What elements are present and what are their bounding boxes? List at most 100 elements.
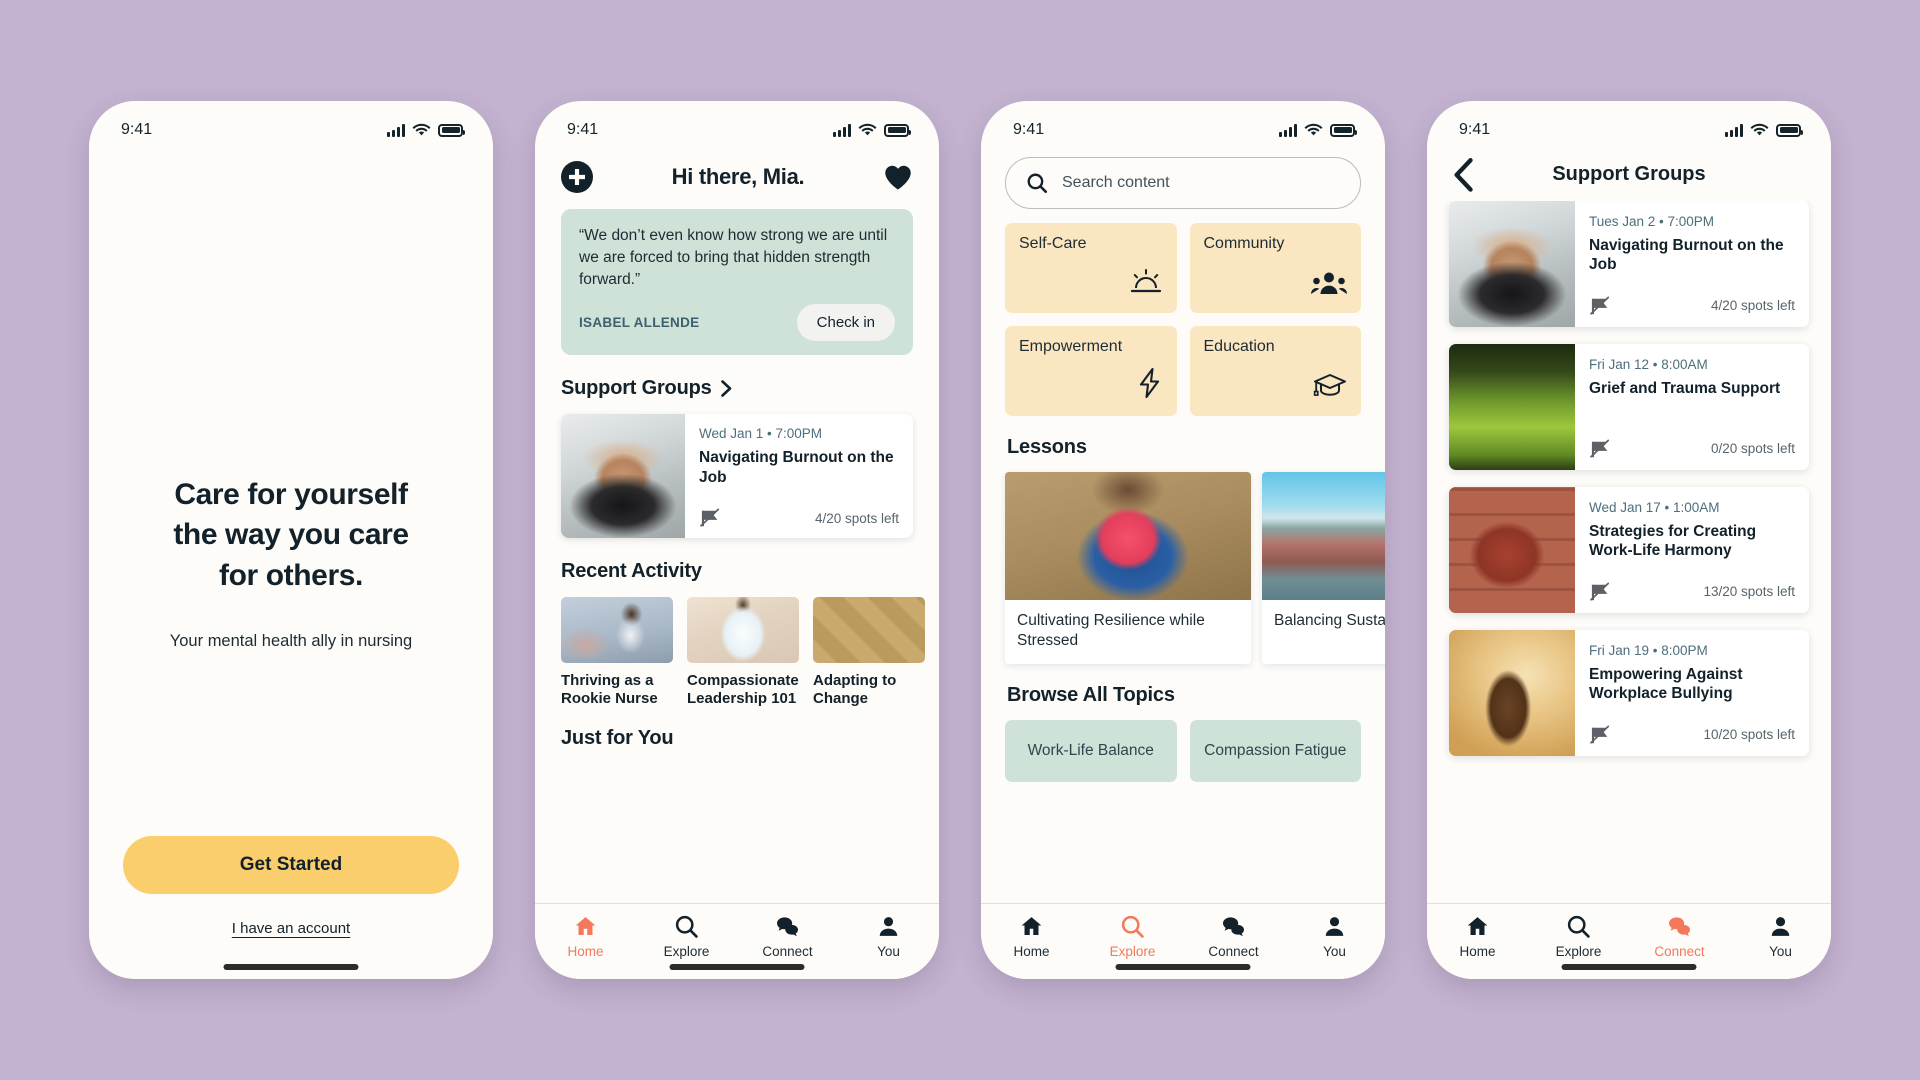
get-started-button[interactable]: Get Started [123, 836, 459, 894]
tab-explore[interactable]: Explore [636, 914, 737, 959]
lesson-thumbnail [1262, 472, 1385, 600]
battery-icon [1330, 123, 1357, 137]
cellular-signal-icon [1279, 123, 1297, 137]
person-icon [879, 917, 898, 936]
activity-title: Adapting to Change [813, 672, 897, 708]
category-label: Education [1203, 338, 1275, 355]
table-row[interactable]: Tues Jan 2 • 7:00PM Navigating Burnout o… [1449, 200, 1809, 327]
home-icon [1021, 917, 1042, 936]
cellular-signal-icon [387, 123, 405, 137]
search-icon [675, 915, 698, 938]
category-self-care[interactable]: Self-Care [1005, 223, 1177, 313]
activity-title: Thriving as a Rookie Nurse [561, 672, 658, 708]
tab-connect[interactable]: Connect [1629, 914, 1730, 959]
search-input[interactable]: Search content [1005, 157, 1361, 209]
tab-explore[interactable]: Explore [1528, 914, 1629, 959]
support-group-name: Empowering Against Workplace Bullying [1589, 665, 1743, 703]
phone-support-groups: 9:41 Support Groups Tues Jan 2 • 7:00PM … [1427, 101, 1831, 979]
support-group-date: Wed Jan 17 • 1:00AM [1589, 499, 1720, 515]
lesson-title: Balancing Sustaina [1274, 612, 1385, 629]
status-icons [387, 123, 465, 137]
page-title: Care for yourself the way you care for o… [123, 475, 459, 596]
support-group-details: Fri Jan 12 • 8:00AM Grief and Trauma Sup… [1575, 344, 1809, 470]
chevron-right-icon [720, 380, 731, 397]
lesson-card[interactable]: Balancing Sustaina [1262, 472, 1385, 665]
muted-flag-icon [1590, 725, 1610, 744]
tab-explore[interactable]: Explore [1082, 914, 1183, 959]
i-have-an-account-link[interactable]: I have an account [123, 920, 459, 937]
support-groups-screen: Support Groups Tues Jan 2 • 7:00PM Navig… [1427, 147, 1831, 979]
search-icon [1027, 173, 1047, 193]
muted-flag-icon [1590, 582, 1610, 601]
table-row[interactable]: Fri Jan 19 • 8:00PM Empowering Against W… [1449, 629, 1809, 756]
support-group-name: Grief and Trauma Support [1589, 379, 1781, 397]
topic-work-life-balance[interactable]: Work-Life Balance [1005, 720, 1177, 783]
support-group-details: Fri Jan 19 • 8:00PM Empowering Against W… [1575, 630, 1809, 756]
heart-icon[interactable] [883, 163, 913, 191]
status-time: 9:41 [121, 121, 153, 138]
tab-explore-label: Explore [1109, 944, 1156, 959]
home-indicator [1115, 964, 1251, 970]
activity-thumbnail [813, 597, 925, 663]
tab-connect[interactable]: Connect [737, 914, 838, 959]
category-empowerment[interactable]: Empowerment [1005, 326, 1177, 416]
just-for-you-heading: Just for You [561, 726, 674, 749]
lessons-carousel[interactable]: Cultivating Resilience while Stressed Ba… [981, 459, 1385, 665]
search-icon [1121, 915, 1144, 938]
support-groups-heading[interactable]: Support Groups [561, 377, 913, 400]
tab-home[interactable]: Home [535, 914, 636, 959]
table-row[interactable]: Wed Jan 17 • 1:00AM Strategies for Creat… [1449, 486, 1809, 613]
support-group-date: Fri Jan 12 • 8:00AM [1589, 356, 1708, 372]
tab-home[interactable]: Home [1427, 914, 1528, 959]
person-icon [1771, 917, 1790, 936]
home-icon [1467, 917, 1488, 936]
support-groups-list[interactable]: Tues Jan 2 • 7:00PM Navigating Burnout o… [1427, 200, 1831, 903]
support-group-card[interactable]: Wed Jan 1 • 7:00PM Navigating Burnout on… [561, 414, 913, 538]
support-group-spots: 13/20 spots left [1703, 584, 1795, 600]
muted-flag-icon [1590, 439, 1610, 458]
support-group-footer: 0/20 spots left [1589, 439, 1795, 459]
status-icons [833, 123, 911, 137]
recent-activity-list[interactable]: Thriving as a Rookie Nurse Compassionate… [561, 597, 925, 709]
support-group-date: Tues Jan 2 • 7:00PM [1589, 213, 1715, 229]
tab-you[interactable]: You [1730, 914, 1831, 959]
list-item[interactable]: Thriving as a Rookie Nurse [561, 597, 673, 709]
list-item[interactable]: Adapting to Change [813, 597, 925, 709]
tab-you[interactable]: You [838, 914, 939, 959]
home-scroll-area[interactable]: Hi there, Mia. “We don’t even know how s… [535, 147, 939, 903]
tab-connect-label: Connect [762, 944, 813, 959]
recent-activity-heading: Recent Activity [561, 560, 702, 582]
category-education[interactable]: Education [1189, 326, 1361, 416]
tab-you[interactable]: You [1284, 914, 1385, 959]
tab-connect[interactable]: Connect [1183, 914, 1284, 959]
support-groups-section: Support Groups Wed Jan 1 • 7:00PM Naviga… [535, 377, 939, 538]
support-group-footer: 4/20 spots left [699, 508, 899, 528]
lesson-card[interactable]: Cultivating Resilience while Stressed [1005, 472, 1251, 665]
category-label: Community [1203, 235, 1285, 252]
medical-cross-logo-icon [561, 161, 593, 193]
wifi-icon [1750, 123, 1769, 136]
cellular-signal-icon [1725, 123, 1743, 137]
support-group-name: Navigating Burnout on the Job [1589, 236, 1784, 274]
support-group-thumbnail [561, 414, 685, 538]
support-group-spots: 4/20 spots left [814, 510, 899, 526]
support-group-footer: 10/20 spots left [1589, 725, 1795, 745]
tab-home[interactable]: Home [981, 914, 1082, 959]
explore-scroll-area[interactable]: Search content Self-Care Community Empow… [981, 147, 1385, 903]
tab-home-label: Home [1013, 944, 1050, 959]
lesson-thumbnail [1005, 472, 1251, 600]
support-group-details: Tues Jan 2 • 7:00PM Navigating Burnout o… [1575, 201, 1809, 327]
support-group-thumbnail [1449, 629, 1575, 756]
category-community[interactable]: Community [1189, 223, 1361, 313]
topic-compassion-fatigue[interactable]: Compassion Fatigue [1189, 720, 1361, 783]
list-item[interactable]: Compassionate Leadership 101 [687, 597, 799, 709]
activity-thumbnail [561, 597, 673, 663]
check-in-button[interactable]: Check in [796, 304, 895, 341]
support-group-name: Strategies for Creating Work-Life Harmon… [1589, 522, 1757, 560]
back-chevron-icon[interactable] [1451, 157, 1477, 193]
person-icon [1325, 917, 1344, 936]
battery-icon [1776, 123, 1803, 137]
table-row[interactable]: Fri Jan 12 • 8:00AM Grief and Trauma Sup… [1449, 343, 1809, 470]
status-bar: 9:41 [1427, 101, 1831, 147]
support-groups-heading-label: Support Groups [561, 377, 712, 399]
